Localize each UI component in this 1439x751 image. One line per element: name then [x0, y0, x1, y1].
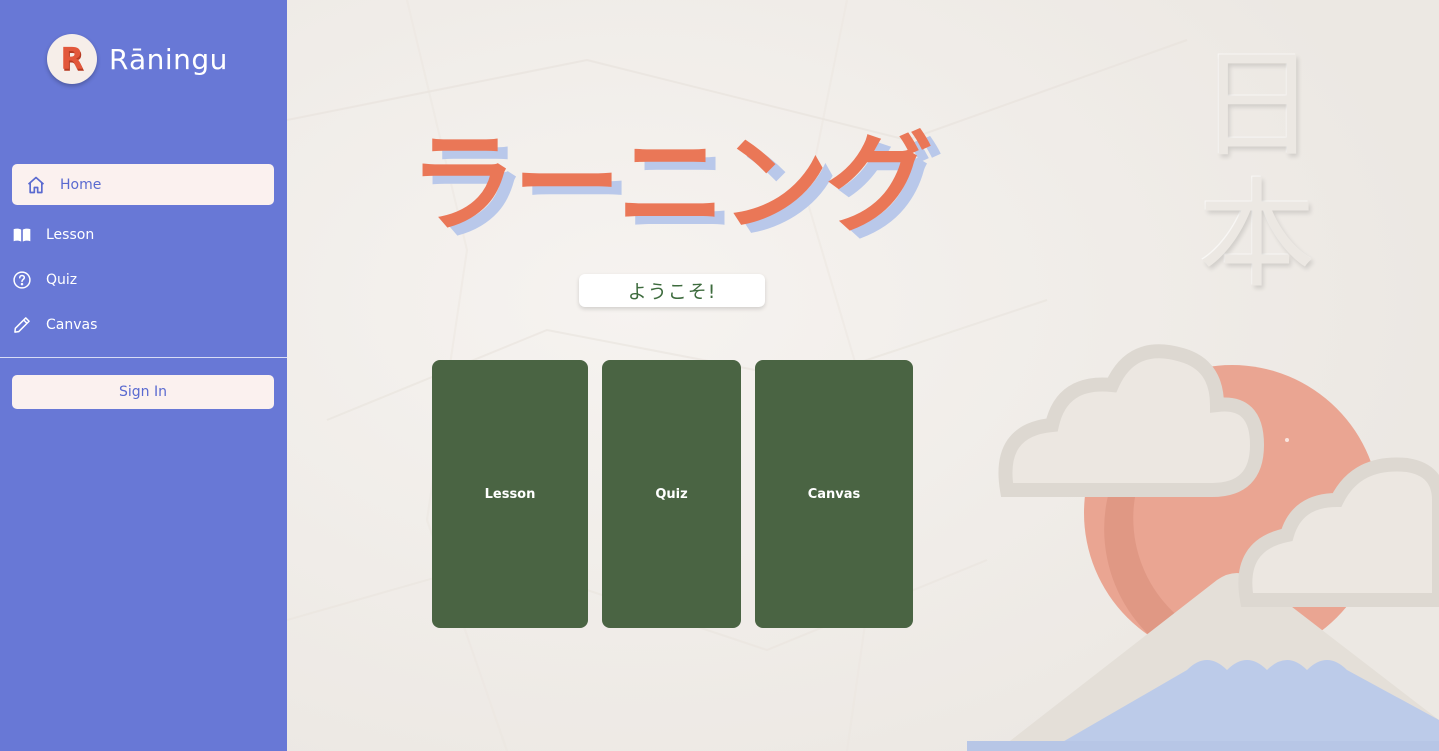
sidebar-item-quiz[interactable]: Quiz: [12, 257, 274, 302]
main-content: 日 本 ラーニング ラーニング ようこそ! Lesson Quiz Canvas: [287, 0, 1439, 751]
pencil-icon: [12, 315, 32, 335]
sidebar-nav: Home Lesson Quiz Canvas: [12, 164, 274, 347]
sidebar-item-label: Lesson: [46, 226, 95, 243]
card-label: Canvas: [807, 486, 861, 502]
kanji-decoration: 日 本: [1187, 40, 1327, 300]
fuji-scenery-illustration: [967, 344, 1439, 751]
app-root: R Rāningu Home Lesson Quiz Canvas Sign I…: [0, 0, 1439, 751]
brand-name: Rāningu: [109, 42, 228, 76]
home-icon: [26, 175, 46, 195]
brand-logo: R: [47, 34, 97, 84]
kanji-char-nichi: 日: [1197, 36, 1316, 174]
lesson-card[interactable]: Lesson: [432, 360, 588, 628]
card-label: Quiz: [655, 486, 688, 502]
card-label: Lesson: [484, 486, 536, 502]
kanji-char-hon: 本: [1197, 166, 1316, 304]
sidebar-item-canvas[interactable]: Canvas: [12, 302, 274, 347]
question-circle-icon: [12, 270, 32, 290]
sidebar-item-label: Quiz: [46, 271, 78, 288]
brand[interactable]: R Rāningu: [47, 34, 228, 84]
canvas-card[interactable]: Canvas: [755, 360, 913, 628]
sidebar-item-label: Canvas: [46, 316, 98, 333]
sidebar-item-label: Home: [60, 176, 102, 193]
book-icon: [12, 225, 32, 245]
welcome-badge: ようこそ!: [579, 274, 765, 307]
sidebar-divider: [0, 357, 287, 358]
sidebar-item-home[interactable]: Home: [12, 164, 274, 205]
sidebar-item-lesson[interactable]: Lesson: [12, 212, 274, 257]
quiz-card[interactable]: Quiz: [602, 360, 741, 628]
sidebar: R Rāningu Home Lesson Quiz Canvas Sign I…: [0, 0, 287, 751]
brand-logo-letter: R: [60, 41, 84, 77]
hero-title: ラーニング ラーニング: [409, 120, 969, 255]
hero-title-text: ラーニング: [409, 122, 933, 247]
sign-in-button[interactable]: Sign In: [12, 375, 274, 409]
